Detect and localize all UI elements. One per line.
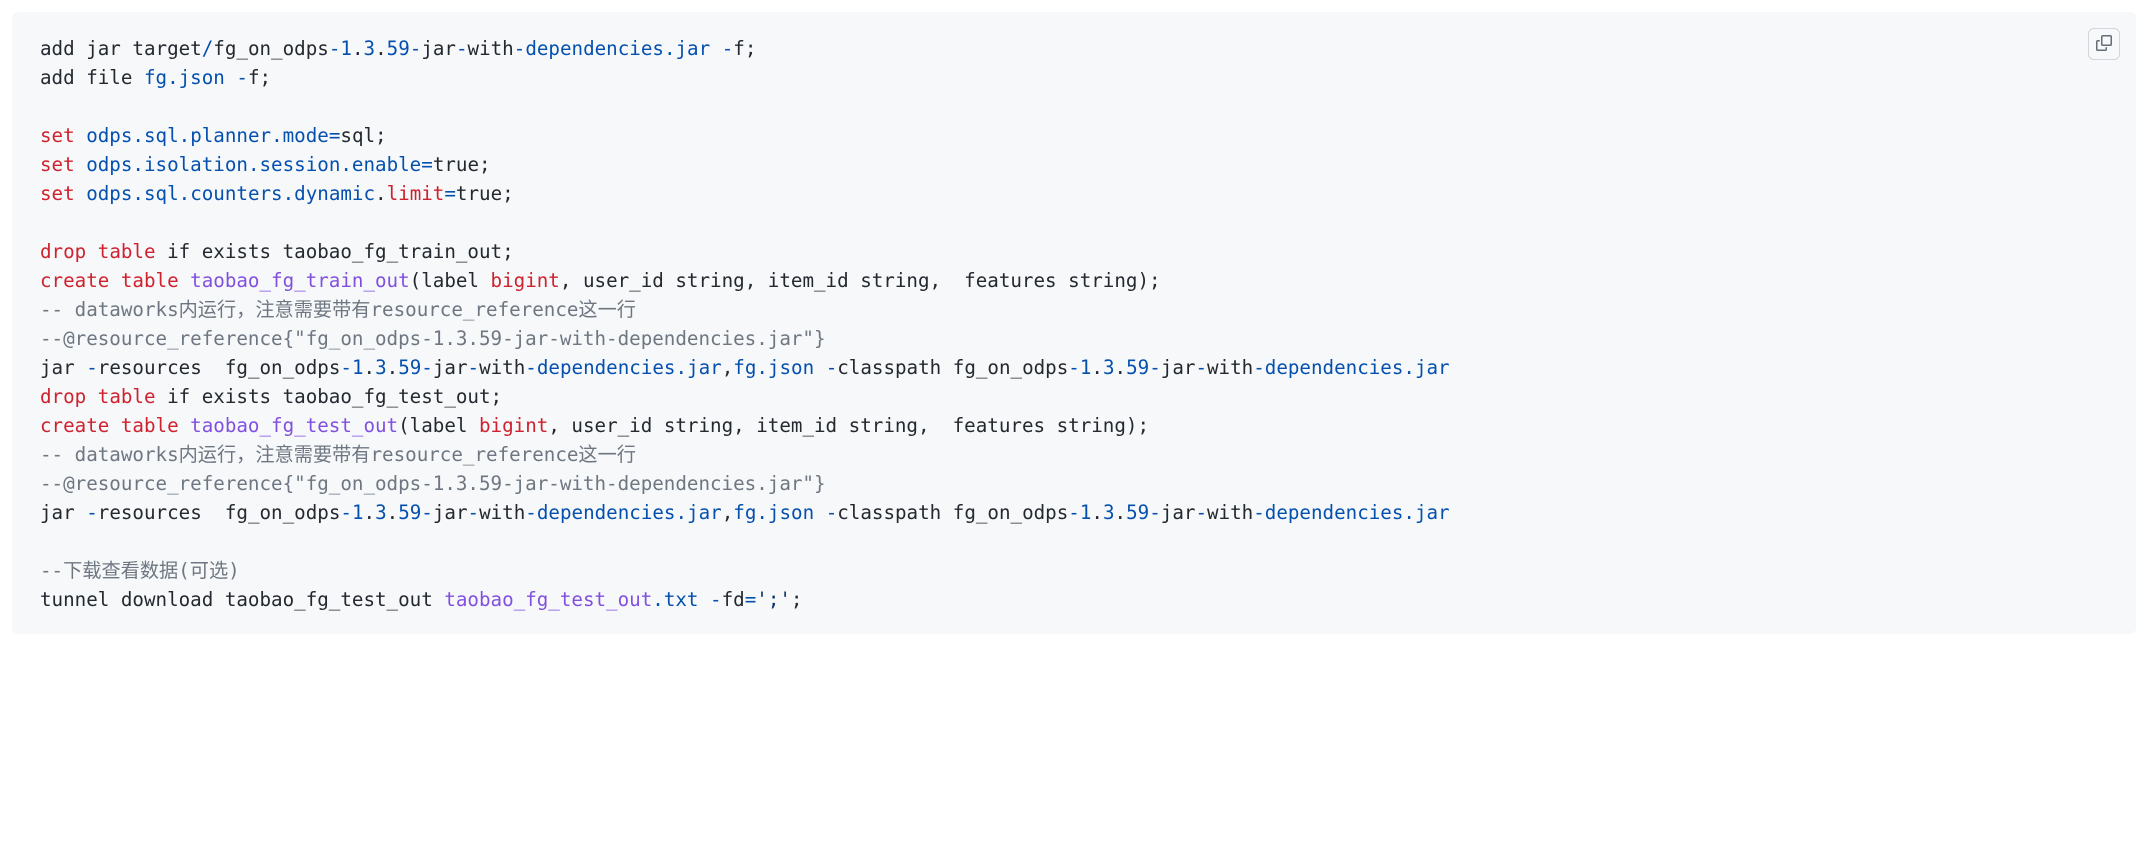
code-line: create table taobao_fg_test_out(label bi… (40, 414, 1149, 437)
code-line: set odps.isolation.session.enable=true; (40, 153, 491, 176)
code-line: tunnel download taobao_fg_test_out taoba… (40, 588, 802, 611)
code-line: --@resource_reference{"fg_on_odps-1.3.59… (40, 327, 826, 350)
code-content: add jar target/fg_on_odps-1.3.59-jar-wit… (40, 34, 2108, 614)
code-scroll[interactable]: add jar target/fg_on_odps-1.3.59-jar-wit… (40, 34, 2108, 626)
code-line: set odps.sql.counters.dynamic.limit=true… (40, 182, 514, 205)
code-line: -- dataworks内运行，注意需要带有resource_reference… (40, 443, 636, 466)
code-block: add jar target/fg_on_odps-1.3.59-jar-wit… (12, 12, 2136, 634)
code-line: add file fg.json -f; (40, 66, 271, 89)
code-line: drop table if exists taobao_fg_train_out… (40, 240, 514, 263)
code-line: --下载查看数据(可选) (40, 559, 240, 582)
code-line: add jar target/fg_on_odps-1.3.59-jar-wit… (40, 37, 756, 60)
code-line: jar -resources fg_on_odps-1.3.59-jar-wit… (40, 501, 1450, 524)
code-line: --@resource_reference{"fg_on_odps-1.3.59… (40, 472, 826, 495)
copy-button[interactable] (2088, 28, 2120, 60)
code-line: set odps.sql.planner.mode=sql; (40, 124, 387, 147)
code-line: -- dataworks内运行，注意需要带有resource_reference… (40, 298, 636, 321)
code-line: drop table if exists taobao_fg_test_out; (40, 385, 502, 408)
code-line: jar -resources fg_on_odps-1.3.59-jar-wit… (40, 356, 1450, 379)
code-line: create table taobao_fg_train_out(label b… (40, 269, 1161, 292)
copy-icon (2096, 35, 2112, 54)
